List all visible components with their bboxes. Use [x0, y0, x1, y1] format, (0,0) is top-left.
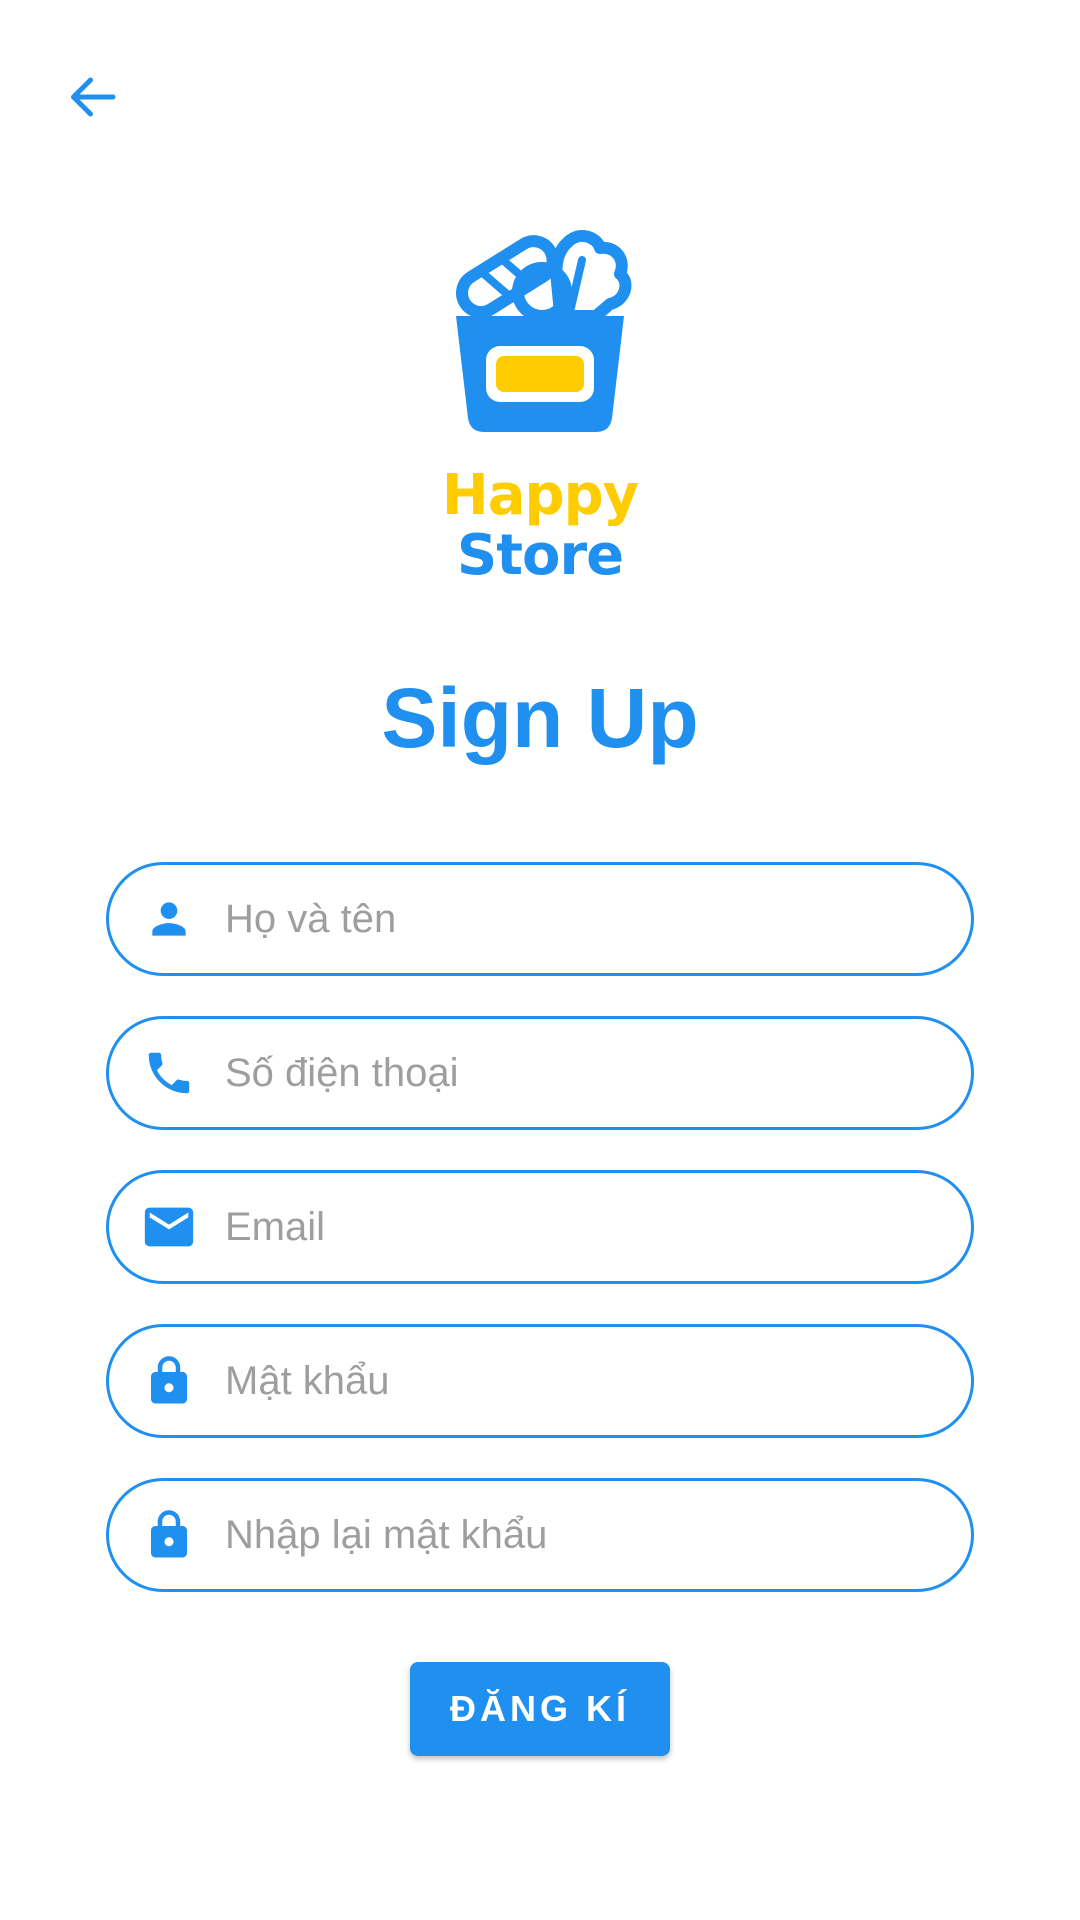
phone-icon	[139, 1043, 199, 1103]
arrow-left-icon	[71, 77, 116, 117]
password-field[interactable]	[106, 1324, 974, 1438]
phone-input[interactable]	[223, 1049, 907, 1097]
shopping-basket-icon	[456, 230, 632, 432]
back-button[interactable]	[48, 52, 138, 142]
lock-icon	[139, 1351, 199, 1411]
full-name-input[interactable]	[223, 895, 907, 943]
signup-form	[106, 862, 974, 1632]
signup-button[interactable]: ĐĂNG KÍ	[410, 1662, 670, 1756]
logo-text-happy: Happy	[441, 463, 639, 528]
logo: Happy Store	[0, 220, 1080, 584]
phone-field[interactable]	[106, 1016, 974, 1130]
person-icon	[139, 889, 199, 949]
email-icon	[139, 1197, 199, 1257]
full-name-field[interactable]	[106, 862, 974, 976]
logo-text-store: Store	[456, 523, 624, 588]
page-title: Sign Up	[381, 671, 699, 765]
confirm-password-input[interactable]	[223, 1511, 907, 1559]
confirm-password-field[interactable]	[106, 1478, 974, 1592]
lock-icon	[139, 1505, 199, 1565]
email-field[interactable]	[106, 1170, 974, 1284]
password-input[interactable]	[223, 1357, 907, 1405]
email-input[interactable]	[223, 1203, 907, 1251]
